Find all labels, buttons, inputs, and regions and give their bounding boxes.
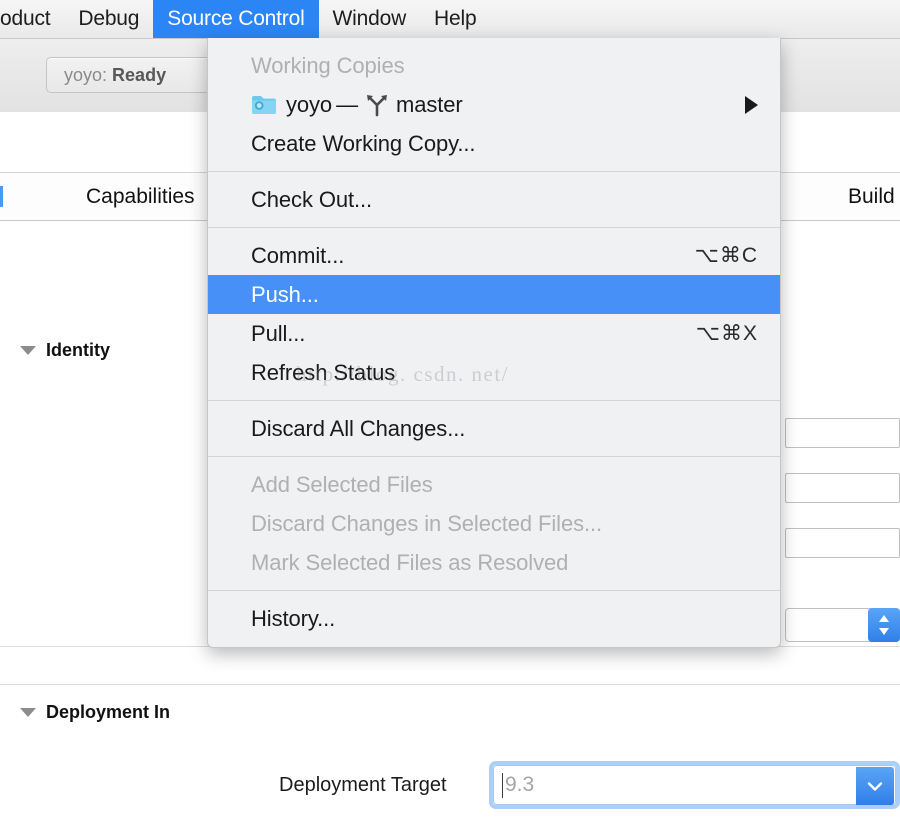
menu-item-add-selected-files: Add Selected Files xyxy=(208,465,780,504)
menu-item-label: Refresh Status xyxy=(251,359,396,385)
tab-label: Capabilities xyxy=(86,184,195,208)
menu-separator xyxy=(208,171,780,172)
menubar-item-debug[interactable]: Debug xyxy=(64,0,153,38)
menu-item-shortcut: ⌥⌘C xyxy=(694,244,758,267)
menu-item-label: Commit... xyxy=(251,242,345,268)
menu-item-label: Mark Selected Files as Resolved xyxy=(251,549,569,575)
chevron-right-icon xyxy=(745,95,758,114)
menu-item-pull[interactable]: Pull... ⌥⌘X xyxy=(208,314,780,353)
menu-item-push[interactable]: Push... xyxy=(208,275,780,314)
menu-item-create-working-copy[interactable]: Create Working Copy... xyxy=(208,124,780,163)
menu-item-history[interactable]: History... xyxy=(208,599,780,638)
chevron-down-icon[interactable] xyxy=(856,767,894,805)
menu-item-label: Push... xyxy=(251,281,319,307)
menu-item-label: Check Out... xyxy=(251,186,373,212)
menubar-item-label: Window xyxy=(332,7,407,30)
menubar-item-help[interactable]: Help xyxy=(420,0,490,38)
menu-item-label: Working Copies xyxy=(251,52,405,78)
menu-item-working-copy-yoyo[interactable]: yoyo — master xyxy=(208,85,780,124)
deployment-target-combobox[interactable]: 9.3 xyxy=(493,765,896,805)
menu-item-label: History... xyxy=(251,605,336,631)
section-label: Identity xyxy=(46,340,111,360)
menu-separator xyxy=(208,456,780,457)
stepper-up-down-icon[interactable] xyxy=(868,608,900,642)
chevron-down-icon xyxy=(20,346,36,355)
menubar-item-source-control[interactable]: Source Control xyxy=(153,0,319,38)
menu-item-discard-all-changes[interactable]: Discard All Changes... xyxy=(208,409,780,448)
chevron-down-icon xyxy=(20,708,36,717)
menu-separator xyxy=(208,400,780,401)
tab-build-settings[interactable]: Build xyxy=(848,173,895,220)
menu-item-refresh-status[interactable]: Refresh Status xyxy=(208,353,780,392)
menubar-item-label: Help xyxy=(434,7,477,30)
menu-item-shortcut: ⌥⌘X xyxy=(695,322,758,345)
folder-icon xyxy=(251,94,277,115)
menu-item-label: Discard All Changes... xyxy=(251,415,466,441)
source-control-menu: Working Copies yoyo — master Create Work… xyxy=(207,38,781,648)
menubar-item-label: Debug xyxy=(78,7,140,30)
menu-item-check-out[interactable]: Check Out... xyxy=(208,180,780,219)
section-header-identity[interactable]: Identity xyxy=(20,340,110,361)
menu-separator xyxy=(208,227,780,228)
status-state: Ready xyxy=(112,64,167,85)
tab-label: Build xyxy=(848,184,895,208)
menu-item-working-copies: Working Copies xyxy=(208,46,780,85)
form-divider xyxy=(0,684,900,685)
tab-capabilities[interactable]: Capabilities xyxy=(86,173,195,220)
menu-item-mark-selected-files-as-resolved: Mark Selected Files as Resolved xyxy=(208,543,780,582)
tab-general-indicator[interactable] xyxy=(0,186,3,207)
menubar-item-label: oduct xyxy=(0,7,51,30)
identity-team-popup[interactable] xyxy=(785,608,900,642)
menu-bar: oduct Debug Source Control Window Help xyxy=(0,0,900,39)
menubar-item-product[interactable]: oduct xyxy=(0,0,64,38)
text-cursor xyxy=(502,772,503,798)
status-text: yoyo: Ready xyxy=(64,65,166,86)
menu-item-label: Create Working Copy... xyxy=(251,130,476,156)
menu-item-separator-dash: — xyxy=(336,91,358,117)
menu-item-branch-label: master xyxy=(395,91,463,117)
section-label: Deployment In xyxy=(46,702,171,722)
menu-item-commit[interactable]: Commit... ⌥⌘C xyxy=(208,236,780,275)
menu-item-label: Discard Changes in Selected Files... xyxy=(251,510,603,536)
menu-separator xyxy=(208,590,780,591)
menubar-item-window[interactable]: Window xyxy=(319,0,421,38)
git-branch-icon xyxy=(365,93,389,117)
menu-item-discard-changes-in-selected-files: Discard Changes in Selected Files... xyxy=(208,504,780,543)
section-header-deployment-info[interactable]: Deployment In xyxy=(20,702,170,723)
identity-field-build[interactable] xyxy=(785,528,900,558)
deployment-target-label: Deployment Target xyxy=(279,774,447,796)
menu-item-label: yoyo xyxy=(286,91,333,117)
status-scheme: yoyo: xyxy=(64,64,108,85)
identity-field-version[interactable] xyxy=(785,473,900,503)
deployment-target-value: 9.3 xyxy=(505,773,535,796)
menu-item-label: Add Selected Files xyxy=(251,471,433,497)
menubar-item-label: Source Control xyxy=(167,7,305,30)
menu-item-label: Pull... xyxy=(251,320,306,346)
identity-field-bundle-id[interactable] xyxy=(785,418,900,448)
deployment-target-row: Deployment Target 9.3 xyxy=(0,760,900,820)
